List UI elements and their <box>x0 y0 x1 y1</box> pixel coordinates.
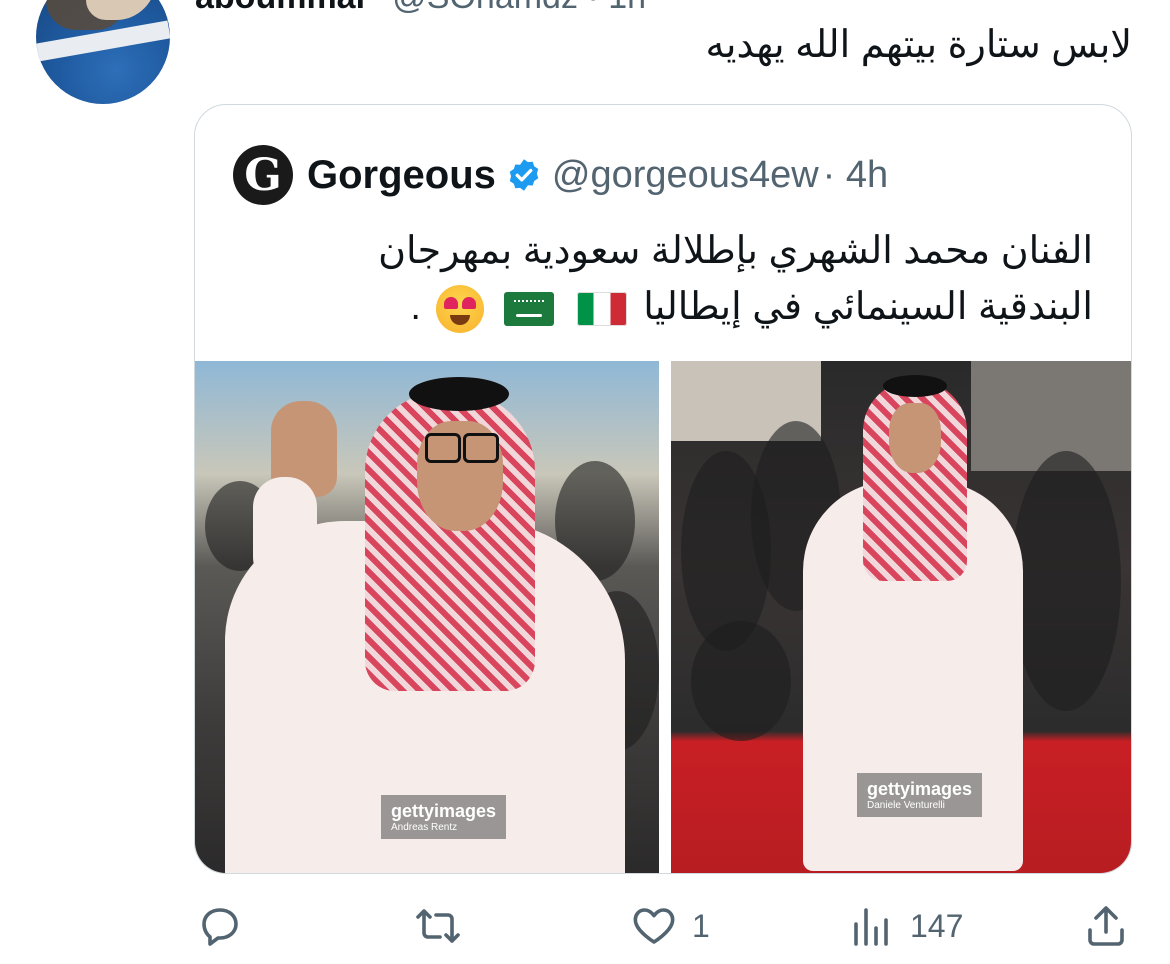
retweet-button[interactable] <box>414 902 476 950</box>
verified-badge-icon <box>509 159 539 191</box>
photo-credit: Daniele Venturelli <box>867 800 945 811</box>
reply-icon <box>202 908 238 946</box>
tweet-page: aboummar @SOhamdz · 1h لابس ستارة بيتهم … <box>0 0 1170 964</box>
quoted-text-line-2: البندقية السينمائي في إيطاليا <box>643 286 1093 328</box>
quoted-tweet-text: الفنان محمد الشهري بإطلالة سعودية بمهرجا… <box>233 223 1093 335</box>
tweet-actions: 1 147 <box>0 890 1170 964</box>
share-button[interactable] <box>1082 902 1130 950</box>
watermark-brand: gettyimages <box>391 801 497 821</box>
like-count: 1 <box>692 907 710 944</box>
face <box>889 403 941 473</box>
avatar-shape <box>86 0 156 20</box>
photo-credit: Andreas Rentz <box>391 822 458 833</box>
photo-2[interactable]: gettyimages Daniele Venturelli <box>671 361 1131 873</box>
getty-watermark: gettyimages Daniele Venturelli <box>857 773 983 817</box>
agal <box>883 375 947 397</box>
quoted-author-handle[interactable]: @gorgeous4ew <box>552 154 819 197</box>
raised-sleeve <box>253 477 317 587</box>
author-avatar[interactable] <box>36 0 170 104</box>
tweet-text: لابس ستارة بيتهم الله يهديه <box>705 24 1132 66</box>
saudi-flag-icon <box>504 291 555 326</box>
views-button[interactable]: 147 <box>848 902 963 950</box>
author-handle[interactable]: @SOhamdz <box>392 0 578 16</box>
reply-button[interactable] <box>196 902 258 950</box>
quoted-author-name[interactable]: Gorgeous <box>307 153 496 198</box>
quoted-text-line: الفنان محمد الشهري بإطلالة سعودية بمهرجا… <box>378 230 1093 272</box>
watermark-brand: gettyimages <box>867 779 973 799</box>
retweet-icon <box>416 909 460 943</box>
glasses <box>463 433 499 463</box>
heart-eyes-emoji-icon <box>435 284 484 333</box>
quoted-text-end: . <box>410 286 421 328</box>
author-row: aboummar @SOhamdz · 1h <box>195 0 646 17</box>
author-name[interactable]: aboummar <box>195 0 369 16</box>
share-icon <box>1088 906 1124 946</box>
getty-watermark: gettyimages Andreas Rentz <box>381 795 507 839</box>
like-button[interactable]: 1 <box>630 902 710 950</box>
quoted-tweet-time[interactable]: · 4h <box>823 154 888 197</box>
glasses <box>425 433 461 463</box>
quoted-text-line: البندقية السينمائي في إيطاليا . <box>233 279 1093 335</box>
photo-1[interactable]: gettyimages Andreas Rentz <box>195 361 659 873</box>
background-crowd <box>691 621 791 741</box>
agal <box>409 377 509 411</box>
background-crowd <box>1011 451 1121 711</box>
quoted-tweet[interactable]: G Gorgeous @gorgeous4ew · 4h الفنان محمد… <box>194 104 1132 874</box>
quoted-tweet-header: G Gorgeous @gorgeous4ew · 4h <box>233 145 888 205</box>
like-icon <box>633 908 675 944</box>
tweet-time[interactable]: · 1h <box>587 0 646 16</box>
views-count: 147 <box>910 907 964 944</box>
italy-flag-icon <box>576 291 627 326</box>
views-icon <box>854 908 888 946</box>
quoted-author-avatar[interactable]: G <box>233 145 293 205</box>
